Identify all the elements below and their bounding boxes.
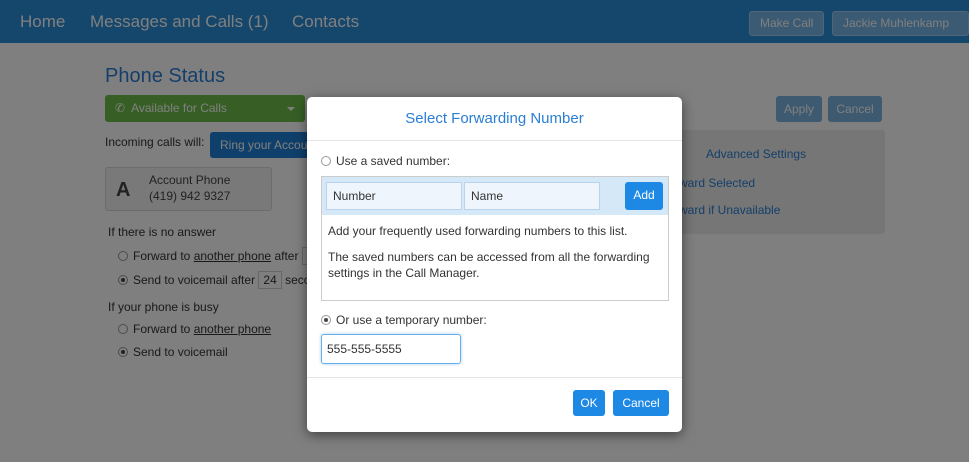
dialog-title: Select Forwarding Number — [405, 110, 584, 127]
number-field[interactable]: Number — [326, 182, 462, 210]
cancel-button[interactable]: Cancel — [613, 390, 669, 416]
divider — [307, 140, 682, 141]
radio-selected-icon[interactable] — [321, 315, 331, 325]
radio-icon[interactable] — [321, 156, 331, 166]
divider — [307, 377, 682, 378]
saved-hint-2: The saved numbers can be accessed from a… — [328, 250, 650, 280]
add-button[interactable]: Add — [625, 182, 663, 210]
saved-numbers-header: Number Name Add — [322, 177, 668, 215]
name-field[interactable]: Name — [464, 182, 600, 210]
use-saved-option[interactable]: Use a saved number: — [321, 154, 450, 168]
use-temporary-option[interactable]: Or use a temporary number: — [321, 313, 487, 327]
temporary-number-input[interactable] — [321, 334, 461, 364]
use-saved-label: Use a saved number: — [336, 154, 451, 168]
saved-hint-1: Add your frequently used forwarding numb… — [328, 224, 628, 238]
select-forwarding-number-dialog: Select Forwarding Number Use a saved num… — [307, 97, 682, 432]
ok-button[interactable]: OK — [573, 390, 605, 416]
use-temporary-label: Or use a temporary number: — [336, 313, 487, 327]
saved-numbers-box: Number Name Add Add your frequently used… — [321, 176, 669, 301]
